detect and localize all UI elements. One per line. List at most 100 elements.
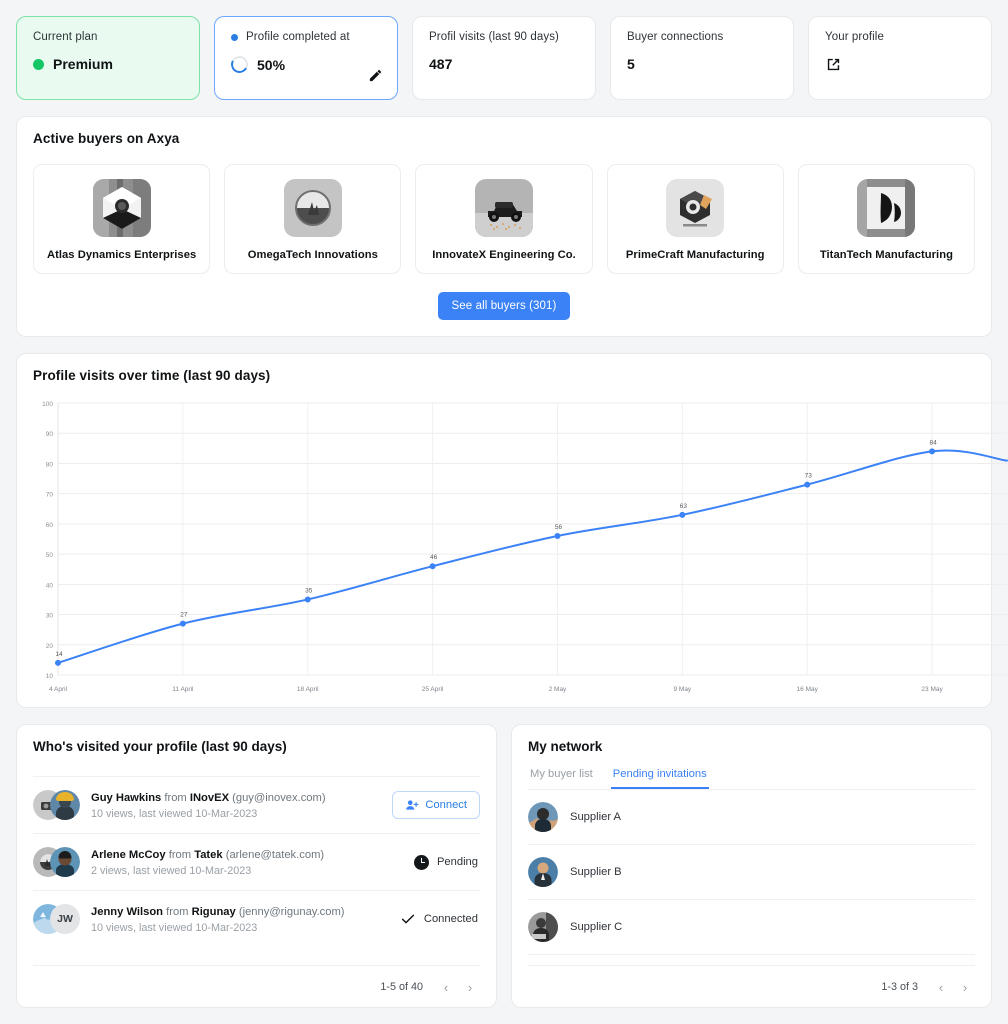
supplier-avatar xyxy=(528,912,558,942)
buyer-name: Atlas Dynamics Enterprises xyxy=(46,249,197,261)
see-all-buyers-button[interactable]: See all buyers (301) xyxy=(437,292,571,320)
stat-value-wrap: 5 xyxy=(627,56,777,72)
vehicle-logo-icon xyxy=(475,179,533,237)
prev-page-button[interactable]: ‹ xyxy=(436,977,456,997)
chart-point xyxy=(929,448,936,455)
chart-title: Profile visits over time (last 90 days) xyxy=(33,368,271,383)
next-page-button[interactable]: › xyxy=(955,977,975,997)
chart-point xyxy=(679,511,686,518)
stats-row: Current plan Premium Profile completed a… xyxy=(16,16,992,100)
active-buyers-card: Active buyers on Axya Atlas Dynamics Ent… xyxy=(16,116,992,337)
buyer-card[interactable]: OmegaTech Innovations xyxy=(224,164,402,274)
stat-value-wrap xyxy=(825,56,975,73)
buyer-card[interactable]: TitanTech Manufacturing xyxy=(797,164,976,274)
supplier-avatar xyxy=(528,802,558,832)
next-page-button[interactable]: › xyxy=(460,977,480,997)
chart-point-label: 35 xyxy=(305,587,313,594)
visitor-line-primary: Jenny Wilson from Rigunay (jenny@rigunay… xyxy=(91,906,345,918)
chart-point-label: 84 xyxy=(929,439,937,446)
profile-visits-chart-card: Profile visits over time (last 90 days) … xyxy=(16,353,1008,708)
visitor-name: Arlene McCoy xyxy=(91,849,166,861)
network-row[interactable]: Supplier A xyxy=(528,790,975,845)
visitor-action: Connect xyxy=(392,791,480,819)
visitor-email: (guy@inovex.com) xyxy=(232,792,326,804)
stat-card-buyer-connections[interactable]: Buyer connections 5 xyxy=(610,16,794,100)
avatar xyxy=(33,847,80,877)
stat-label: Profile completed at xyxy=(246,31,350,43)
network-title: My network xyxy=(528,739,603,754)
network-row[interactable]: Supplier B xyxy=(528,845,975,900)
stat-value: 50% xyxy=(257,56,286,73)
check-icon xyxy=(401,914,414,924)
visitor-row[interactable]: Guy Hawkins from INovEX (guy@inovex.com)… xyxy=(33,776,480,833)
tab-my-buyer-list[interactable]: My buyer list xyxy=(528,764,595,789)
external-link-icon[interactable] xyxy=(825,56,842,73)
buyer-card[interactable]: PrimeCraft Manufacturing xyxy=(606,164,784,274)
visitor-email: (jenny@rigunay.com) xyxy=(238,906,345,918)
chart-point-label: 56 xyxy=(555,524,563,531)
supplier-name: Supplier B xyxy=(570,866,622,878)
visitor-line-primary: Guy Hawkins from INovEX (guy@inovex.com) xyxy=(91,792,326,804)
tab-pending-invitations[interactable]: Pending invitations xyxy=(610,764,709,789)
network-list: Supplier A Supplier B Supplier C xyxy=(528,790,975,955)
y-axis-tick: 30 xyxy=(46,613,54,620)
chart-point-label: 14 xyxy=(55,651,63,658)
edit-profile-button[interactable] xyxy=(365,65,385,85)
supplier-name: Supplier C xyxy=(570,921,623,933)
buyer-card[interactable]: Atlas Dynamics Enterprises xyxy=(33,164,211,274)
person-avatar xyxy=(50,847,80,877)
visitor-action: Pending xyxy=(413,854,480,870)
clock-icon xyxy=(413,854,429,870)
bottom-row: Who's visited your profile (last 90 days… xyxy=(16,724,992,1008)
chart-point xyxy=(429,563,436,570)
chart-point xyxy=(554,532,561,539)
y-axis-tick: 20 xyxy=(46,643,54,650)
x-axis-tick: 11 April xyxy=(172,686,194,693)
blue-dot-icon xyxy=(231,33,238,41)
stat-value: 487 xyxy=(429,56,453,72)
x-axis-tick: 2 May xyxy=(549,686,567,693)
pencil-icon xyxy=(369,69,381,81)
my-network-panel: My network My buyer list Pending invitat… xyxy=(511,724,992,1008)
prev-page-button[interactable]: ‹ xyxy=(931,977,951,997)
x-axis-tick: 23 May xyxy=(921,686,943,693)
y-axis-tick: 80 xyxy=(46,461,54,468)
visitor-company: Tatek xyxy=(194,849,223,861)
stat-value-wrap: Premium xyxy=(33,56,183,72)
x-axis-tick: 16 May xyxy=(797,686,819,693)
stat-card-current-plan[interactable]: Current plan Premium xyxy=(16,16,200,100)
x-axis-tick: 9 May xyxy=(673,686,691,693)
stat-value-wrap: 50% xyxy=(228,53,381,76)
network-row[interactable]: Supplier C xyxy=(528,900,975,955)
visitor-views-meta: 10 views, last viewed 10-Mar-2023 xyxy=(91,808,258,820)
stat-label: Current plan xyxy=(33,31,98,43)
stat-label-row: Profile completed at xyxy=(231,30,381,44)
buyer-card[interactable]: InnovateX Engineering Co. xyxy=(415,164,593,274)
visitor-company: Rigunay xyxy=(191,906,236,918)
leaf-logo-icon xyxy=(857,179,916,237)
supplier-name: Supplier A xyxy=(570,811,621,823)
stat-card-your-profile[interactable]: Your profile xyxy=(808,16,992,100)
visitor-meta: Guy Hawkins from INovEX (guy@inovex.com)… xyxy=(91,788,381,822)
circle-badge-logo-icon xyxy=(283,179,342,237)
connect-button[interactable]: Connect xyxy=(392,791,480,819)
chart-point xyxy=(179,620,186,627)
visitor-meta: Arlene McCoy from Tatek (arlene@tatek.co… xyxy=(91,845,403,879)
pager-label: 1-5 of 40 xyxy=(380,981,423,993)
stat-value: Premium xyxy=(53,56,113,72)
visitor-email: (arlene@tatek.com) xyxy=(225,849,325,861)
visitor-action: Connected xyxy=(400,911,480,927)
visitor-row[interactable]: Arlene McCoy from Tatek (arlene@tatek.co… xyxy=(33,833,480,890)
visitor-meta: Jenny Wilson from Rigunay (jenny@rigunay… xyxy=(91,902,389,936)
y-axis-tick: 50 xyxy=(46,552,54,559)
buyer-grid: Atlas Dynamics Enterprises OmegaTech Inn… xyxy=(33,164,976,274)
pager-label: 1-3 of 3 xyxy=(881,981,918,993)
y-axis-tick: 10 xyxy=(46,673,54,680)
stat-card-profile-visits[interactable]: Profil visits (last 90 days) 487 xyxy=(412,16,596,100)
visitors-pager: 1-5 of 40 ‹ › xyxy=(33,965,480,1007)
network-pager: 1-3 of 3 ‹ › xyxy=(528,965,975,1007)
network-tabs: My buyer list Pending invitations xyxy=(528,764,975,790)
visitor-row[interactable]: JW Jenny Wilson from Rigunay (jenny@rigu… xyxy=(33,890,480,947)
visitor-views-meta: 10 views, last viewed 10-Mar-2023 xyxy=(91,922,258,934)
stat-card-profile-completed[interactable]: Profile completed at 50% xyxy=(214,16,398,100)
